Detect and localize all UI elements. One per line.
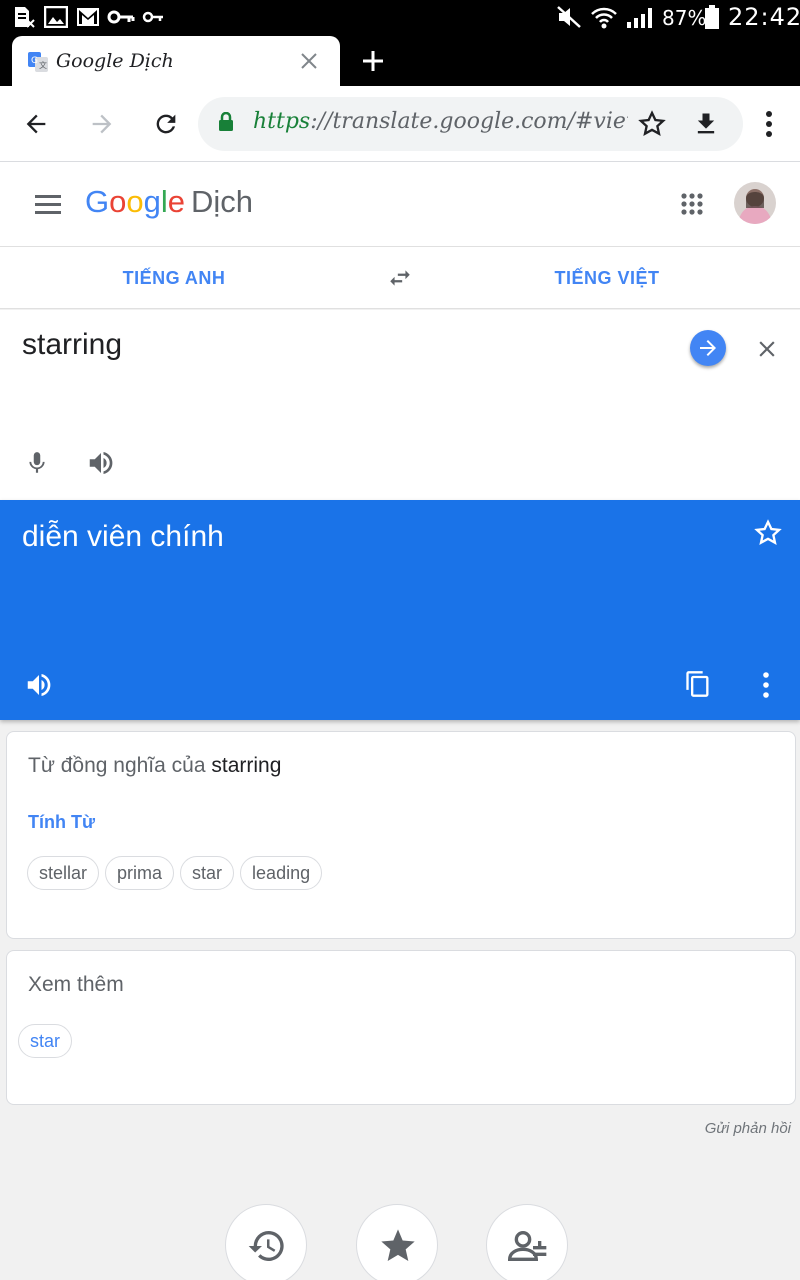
lock-icon [218, 112, 234, 132]
key-icon [142, 6, 164, 28]
forward-arrow-icon[interactable] [88, 110, 116, 138]
synonyms-card: Từ đồng nghĩa của starring Tính Từ stell… [6, 731, 796, 939]
download-icon[interactable] [692, 110, 720, 138]
synonym-chip[interactable]: prima [105, 856, 175, 890]
swap-languages-icon[interactable] [386, 265, 414, 291]
more-options-icon[interactable] [756, 670, 776, 700]
app-header: Google Dịch [0, 162, 800, 247]
google-translate-favicon-icon: G文 [28, 52, 48, 72]
status-bar: 87% 22:42 [0, 0, 800, 34]
translation-text: diễn viên chính [22, 520, 224, 553]
battery-icon [704, 5, 720, 29]
see-also-card: Xem thêm star [6, 950, 796, 1105]
hamburger-menu-icon[interactable] [34, 192, 62, 216]
key-icon [107, 6, 135, 28]
url-text: https://translate.google.com/#view=h [253, 109, 628, 134]
history-icon [248, 1231, 284, 1261]
star-icon [381, 1229, 415, 1261]
sim-card-icon [12, 6, 36, 28]
browser-tab[interactable]: G文 Google Dịch [12, 36, 340, 86]
address-bar[interactable]: https://translate.google.com/#view=h [198, 97, 743, 151]
signal-icon [626, 6, 656, 28]
image-icon [44, 6, 68, 28]
synonym-chip[interactable]: stellar [27, 856, 100, 890]
svg-text:文: 文 [39, 60, 47, 70]
translation-listen-speaker-icon[interactable] [24, 670, 54, 700]
see-also-chip-list: star [18, 1024, 73, 1058]
avatar[interactable] [734, 182, 776, 224]
browser-toolbar: https://translate.google.com/#view=h [0, 86, 800, 162]
battery-percent: 87% [662, 6, 707, 30]
tab-strip: G文 Google Dịch [0, 34, 800, 86]
history-button[interactable] [225, 1204, 307, 1280]
clock: 22:42 [728, 3, 800, 31]
synonym-chip-list: stellar prima star leading [27, 856, 323, 890]
microphone-icon[interactable] [24, 448, 50, 478]
send-feedback-link[interactable]: Gửi phản hồi [0, 1120, 791, 1137]
see-also-chip[interactable]: star [18, 1024, 73, 1058]
bookmark-star-icon[interactable] [638, 110, 666, 138]
language-bar: TIẾNG ANH TIẾNG VIỆT [0, 247, 800, 309]
see-also-heading: Xem thêm [28, 973, 124, 996]
wifi-icon [590, 6, 618, 30]
synonym-chip[interactable]: leading [240, 856, 323, 890]
saved-translations-button[interactable] [356, 1204, 438, 1280]
target-language-button[interactable]: TIẾNG VIỆT [432, 247, 782, 309]
copy-icon[interactable] [684, 669, 712, 699]
tab-close-icon[interactable] [300, 52, 318, 70]
save-translation-star-icon[interactable] [754, 519, 782, 547]
browser-menu-icon[interactable] [756, 110, 782, 138]
svg-text:G: G [31, 56, 38, 66]
source-text-input[interactable]: starring [22, 328, 122, 362]
translation-output-panel: diễn viên chính [0, 500, 800, 720]
source-listen-speaker-icon[interactable] [86, 448, 116, 478]
synonym-chip[interactable]: star [180, 856, 235, 890]
part-of-speech-label: Tính Từ [28, 812, 96, 832]
community-button[interactable] [486, 1204, 568, 1280]
back-arrow-icon[interactable] [22, 110, 50, 138]
tab-title: Google Dịch [56, 50, 174, 72]
gmail-icon [76, 6, 100, 28]
arrow-right-icon [700, 340, 716, 356]
translate-go-button[interactable] [690, 330, 726, 366]
apps-grid-icon[interactable] [680, 192, 704, 216]
google-translate-logo[interactable]: Google Dịch [85, 184, 253, 220]
source-language-button[interactable]: TIẾNG ANH [0, 247, 348, 309]
source-input-panel[interactable]: starring [0, 310, 800, 500]
community-person-icon [508, 1231, 547, 1261]
clear-input-close-icon[interactable] [754, 336, 780, 362]
synonyms-heading: Từ đồng nghĩa của starring [28, 754, 282, 777]
reload-icon[interactable] [152, 110, 180, 138]
new-tab-icon[interactable] [362, 50, 384, 72]
mute-icon [556, 6, 582, 28]
